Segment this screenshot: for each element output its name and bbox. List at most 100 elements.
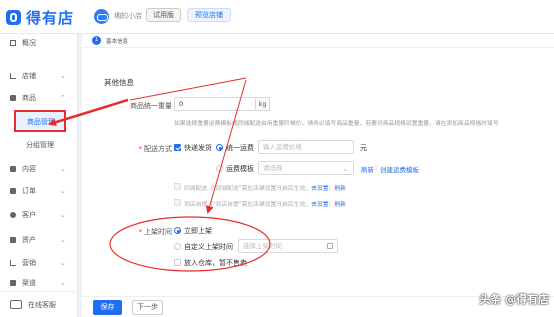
- listing-time-label-text: 上架时间: [144, 228, 172, 236]
- currency-unit: 元: [360, 144, 367, 152]
- customer-icon: [10, 212, 16, 218]
- save-button[interactable]: 保存: [93, 300, 122, 315]
- sidebar-item-order[interactable]: 订单 ⌄: [0, 182, 78, 200]
- list-immediately-label: 立即上架: [184, 227, 212, 235]
- chevron-down-icon: ⌄: [342, 166, 348, 173]
- chevron-down-icon: ⌄: [60, 187, 66, 195]
- chat-icon: [10, 300, 22, 309]
- uniform-fee-input[interactable]: 输入运费价格: [258, 140, 354, 154]
- chevron-down-icon: ⌄: [60, 236, 66, 244]
- weight-label: 商品统一重量: [130, 102, 172, 110]
- warehouse-checkbox[interactable]: [174, 259, 181, 266]
- chevron-down-icon: ⌄: [60, 211, 66, 219]
- pickup-settings-link[interactable]: 去设置: [311, 202, 328, 208]
- separator: |: [375, 164, 378, 172]
- city-delivery-refresh-link[interactable]: 刷新: [334, 186, 346, 192]
- city-delivery-settings-link[interactable]: 去设置: [311, 186, 328, 192]
- step-number: 1: [92, 36, 101, 45]
- template-radio[interactable]: [216, 165, 223, 172]
- sidebar-item-goods[interactable]: 商品 ⌃: [0, 89, 78, 107]
- warehouse-label: 放入仓库，暂不售卖: [184, 259, 247, 267]
- sidebar-item-label: 内容: [22, 165, 36, 173]
- required-mark: *: [138, 145, 143, 153]
- preview-store-button[interactable]: 预览店铺: [187, 8, 231, 22]
- store-icon: [10, 73, 16, 79]
- sidebar-item-label: 资产: [22, 236, 36, 244]
- sidebar-item-label: 订单: [22, 187, 36, 195]
- delivery-label-text: 配送方式: [144, 145, 172, 153]
- chevron-down-icon: ⌄: [60, 165, 66, 173]
- top-bar: 得有店 缃的小店 试用版 预览店铺: [0, 0, 554, 34]
- shop-avatar[interactable]: [94, 9, 109, 24]
- template-select[interactable]: 请选择 ⌄: [258, 161, 354, 175]
- step-label: 基本信息: [106, 39, 129, 45]
- create-template-link[interactable]: 创建运费模板: [380, 164, 419, 174]
- template-label: 运费模板: [226, 165, 254, 173]
- required-mark: *: [138, 228, 143, 236]
- sidebar-item-label: 客户: [22, 211, 36, 219]
- sidebar-item-overview[interactable]: 概况: [0, 34, 78, 52]
- content-icon: [10, 166, 16, 172]
- app-logo[interactable]: 得有店: [6, 7, 74, 28]
- sidebar-subitem-goods-management[interactable]: 商品管理: [14, 110, 66, 132]
- overview-icon: [10, 40, 16, 46]
- pickup-checkbox[interactable]: [174, 199, 181, 206]
- trial-badge: 试用版: [146, 8, 181, 22]
- pickup-text: 到店自提（"到店自提"需在店铺设置开启后生效，去设置）刷新: [184, 202, 346, 208]
- chevron-up-icon: ⌃: [60, 94, 66, 102]
- shop-name[interactable]: 缃的小店: [114, 11, 142, 21]
- sidebar-item-label: 概况: [22, 39, 36, 47]
- next-step-button[interactable]: 下一步: [132, 300, 163, 315]
- sidebar-subitem-group-management[interactable]: 分组管理: [0, 136, 78, 154]
- city-delivery-text: 同城配送（"同城配送"需在店铺设置开启后生效，去设置）刷新: [184, 186, 346, 192]
- list-immediately-radio[interactable]: [174, 227, 181, 234]
- custom-time-radio[interactable]: [174, 243, 181, 250]
- city-delivery-desc: 同城配送（"同城配送"需在店铺设置开启后生效: [184, 186, 306, 192]
- express-label: 快递发货: [184, 144, 212, 152]
- marketing-icon: [10, 260, 16, 266]
- channel-icon: [10, 280, 16, 286]
- asset-icon: [10, 237, 16, 243]
- order-icon: [10, 188, 16, 194]
- weight-hint: 如果选择重量运费模板或同城配送启用重量阶梯价，请务必填写商品重量，若要对商品规格…: [174, 121, 499, 127]
- sidebar-item-label: 营销: [22, 259, 36, 267]
- listing-time-picker[interactable]: 选择上架时间: [238, 239, 338, 253]
- pickup-desc: 到店自提（"到店自提"需在店铺设置开启后生效: [184, 202, 306, 208]
- listing-time-placeholder: 选择上架时间: [243, 242, 282, 250]
- weight-unit: kg: [256, 97, 270, 111]
- uniform-fee-radio[interactable]: [216, 144, 223, 151]
- chevron-down-icon: ⌄: [60, 259, 66, 267]
- listing-time-label: * 上架时间: [122, 227, 173, 237]
- logo-text: 得有店: [26, 9, 75, 27]
- watermark: 头条 @得有店: [479, 293, 549, 306]
- chevron-down-icon: ⌄: [60, 72, 66, 80]
- template-select-value: 请选择: [263, 164, 283, 172]
- sidebar-item-label: 渠道: [22, 279, 36, 287]
- sidebar-item-asset[interactable]: 资产 ⌄: [0, 231, 78, 249]
- pickup-refresh-link[interactable]: 刷新: [334, 202, 346, 208]
- goods-icon: [10, 95, 16, 101]
- refresh-link[interactable]: 刷新: [361, 164, 374, 174]
- sidebar-item-marketing[interactable]: 营销 ⌄: [0, 254, 78, 272]
- city-delivery-checkbox[interactable]: [174, 183, 181, 190]
- logo-icon: [6, 10, 21, 25]
- custom-time-label: 自定义上架时间: [184, 243, 233, 251]
- sidebar-item-content[interactable]: 内容 ⌄: [0, 160, 78, 178]
- weight-input[interactable]: 0: [174, 97, 256, 111]
- step-bar: 1 基本信息: [82, 34, 554, 48]
- delivery-label: * 配送方式: [122, 144, 173, 154]
- sidebar-item-store[interactable]: 店铺 ⌄: [0, 67, 78, 85]
- sidebar-item-channel[interactable]: 渠道 ⌄: [0, 274, 78, 292]
- sidebar-item-label: 商品: [22, 94, 36, 102]
- main-content: 1 基本信息 其他信息 商品统一重量 0 kg 如果选择重量运费模板或同城配送启…: [82, 34, 554, 317]
- uniform-fee-label: 统一运费: [226, 144, 254, 152]
- sidebar: 概况 店铺 ⌄ 商品 ⌃ 商品管理 分组管理 内容 ⌄ 订单 ⌄ 客户 ⌄ 资产…: [0, 34, 78, 317]
- section-title: 其他信息: [104, 78, 134, 87]
- chevron-down-icon: ⌄: [60, 279, 66, 287]
- sidebar-item-customer[interactable]: 客户 ⌄: [0, 206, 78, 224]
- online-service-label: 在线客服: [28, 300, 56, 309]
- calendar-icon: [327, 243, 333, 249]
- express-checkbox[interactable]: [174, 144, 181, 151]
- online-service-button[interactable]: 在线客服: [0, 291, 78, 317]
- sidebar-item-label: 店铺: [22, 72, 36, 80]
